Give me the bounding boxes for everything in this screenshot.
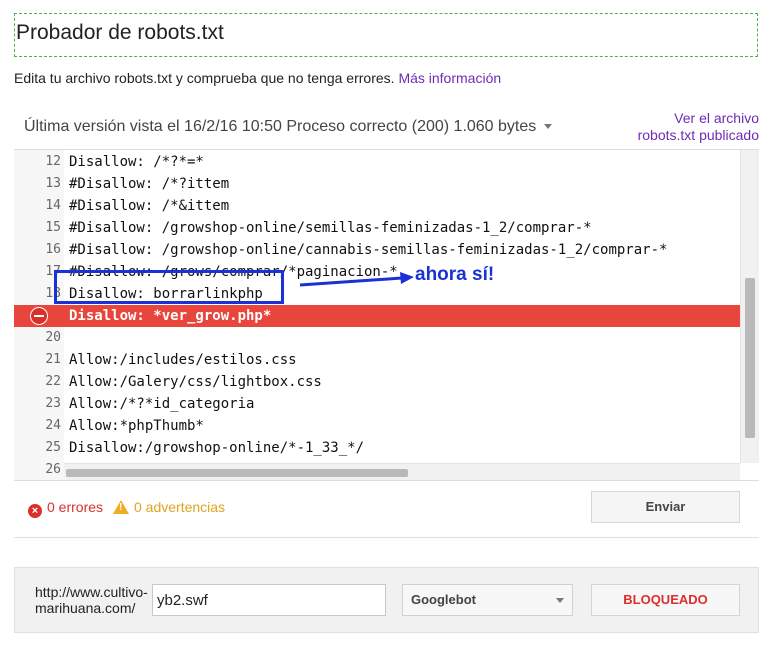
editor-line-error[interactable]: 19Disallow: *ver_grow.php* bbox=[14, 305, 740, 327]
user-agent-select[interactable]: Googlebot bbox=[402, 584, 573, 616]
title-box: Probador de robots.txt bbox=[14, 13, 758, 57]
line-number: 16 bbox=[45, 242, 61, 257]
errors-count-label: 0 errores bbox=[47, 499, 104, 515]
user-agent-value: Googlebot bbox=[411, 592, 476, 607]
line-code: Allow:/*?*id_categoria bbox=[69, 396, 255, 412]
editor-line[interactable]: 14 #Disallow: /*&ittem bbox=[14, 195, 740, 217]
horizontal-scrollbar-thumb[interactable] bbox=[66, 469, 408, 477]
line-code: #Disallow: /growshop-online/cannabis-sem… bbox=[69, 242, 668, 258]
vertical-scrollbar-thumb[interactable] bbox=[745, 278, 755, 438]
send-button[interactable]: Enviar bbox=[591, 491, 740, 523]
url-prefix: http://www.cultivo- marihuana.com/ bbox=[35, 584, 148, 616]
editor-line[interactable]: 15 #Disallow: /growshop-online/semillas-f… bbox=[14, 217, 740, 239]
line-code: #Disallow: /growshop-online/semillas-fem… bbox=[69, 220, 592, 236]
error-icon bbox=[31, 308, 47, 324]
chevron-down-icon bbox=[544, 124, 553, 130]
line-number: 14 bbox=[45, 198, 61, 213]
line-number: 15 bbox=[45, 220, 61, 235]
robots-editor[interactable]: 12 Disallow: /*?*=* 13 #Disallow: /*?ittem 1… bbox=[14, 149, 759, 481]
editor-line[interactable]: 24 Allow:*phpThumb* bbox=[14, 415, 740, 437]
editor-line[interactable]: 13 #Disallow: /*?ittem bbox=[14, 173, 740, 195]
warning-icon: ! bbox=[113, 500, 129, 514]
line-code: Disallow: *ver_grow.php* bbox=[69, 308, 272, 324]
last-version-dropdown[interactable]: Última versión vista el 16/2/16 10:50 Pr… bbox=[24, 118, 553, 136]
subtitle-text: Edita tu archivo robots.txt y comprueba … bbox=[14, 70, 399, 86]
horizontal-scrollbar[interactable] bbox=[64, 463, 740, 480]
url-path-input[interactable] bbox=[152, 584, 386, 616]
line-number: 21 bbox=[45, 352, 61, 367]
line-number: 12 bbox=[45, 154, 61, 169]
divider bbox=[14, 537, 759, 538]
line-number: 23 bbox=[45, 396, 61, 411]
line-code: Allow:/includes/estilos.css bbox=[69, 352, 297, 368]
more-info-link[interactable]: Más información bbox=[398, 70, 501, 86]
line-number: 13 bbox=[45, 176, 61, 191]
view-file-line2: robots.txt publicado bbox=[637, 127, 759, 143]
warnings-count-label: 0 advertencias bbox=[134, 499, 226, 515]
line-code: Allow:*phpThumb* bbox=[69, 418, 204, 434]
editor-line[interactable]: 12 Disallow: /*?*=* bbox=[14, 151, 740, 173]
line-code: Allow:/Galery/css/lightbox.css bbox=[69, 374, 322, 390]
line-number: 26 bbox=[45, 462, 61, 477]
line-number: 20 bbox=[45, 330, 61, 345]
editor-line[interactable]: 23 Allow:/*?*id_categoria bbox=[14, 393, 740, 415]
url-prefix-line2: marihuana.com/ bbox=[35, 600, 136, 616]
editor-line[interactable]: 20 bbox=[14, 327, 740, 349]
vertical-scrollbar[interactable] bbox=[740, 150, 759, 463]
page-subtitle: Edita tu archivo robots.txt y comprueba … bbox=[14, 70, 501, 86]
error-icon: × bbox=[28, 504, 42, 518]
url-prefix-line1: http://www.cultivo- bbox=[35, 584, 148, 600]
line-code: Disallow:/growshop-online/*-1_33_*/ bbox=[69, 440, 365, 456]
annotation-text: ahora sí! bbox=[415, 264, 495, 285]
editor-line[interactable]: 25 Disallow:/growshop-online/*-1_33_*/ bbox=[14, 437, 740, 459]
warnings-count: ! 0 advertencias bbox=[113, 499, 225, 515]
chevron-down-icon bbox=[556, 598, 564, 603]
editor-line[interactable]: 16 #Disallow: /growshop-online/cannabis-s… bbox=[14, 239, 740, 261]
line-code: #Disallow: /*?ittem bbox=[69, 176, 230, 192]
page-title: Probador de robots.txt bbox=[16, 21, 224, 44]
editor-line[interactable]: 21 Allow:/includes/estilos.css bbox=[14, 349, 740, 371]
editor-lines[interactable]: 12 Disallow: /*?*=* 13 #Disallow: /*?ittem 1… bbox=[14, 151, 740, 480]
url-tester: http://www.cultivo- marihuana.com/ Googl… bbox=[14, 567, 759, 633]
line-code: #Disallow: /*&ittem bbox=[69, 198, 230, 214]
line-number: 22 bbox=[45, 374, 61, 389]
line-code: Disallow: /*?*=* bbox=[69, 154, 204, 170]
arrow-right-icon bbox=[299, 272, 414, 287]
line-number: 25 bbox=[45, 440, 61, 455]
editor-line[interactable]: 22 Allow:/Galery/css/lightbox.css bbox=[14, 371, 740, 393]
line-number: 24 bbox=[45, 418, 61, 433]
errors-count: × 0 errores bbox=[28, 499, 103, 518]
view-published-file-link[interactable]: Ver el archivo robots.txt publicado bbox=[638, 110, 759, 144]
highlight-box bbox=[54, 270, 284, 304]
test-result-button[interactable]: BLOQUEADO bbox=[591, 584, 740, 616]
view-file-line1: Ver el archivo bbox=[674, 110, 759, 126]
last-version-label: Última versión vista el 16/2/16 10:50 Pr… bbox=[24, 118, 537, 135]
